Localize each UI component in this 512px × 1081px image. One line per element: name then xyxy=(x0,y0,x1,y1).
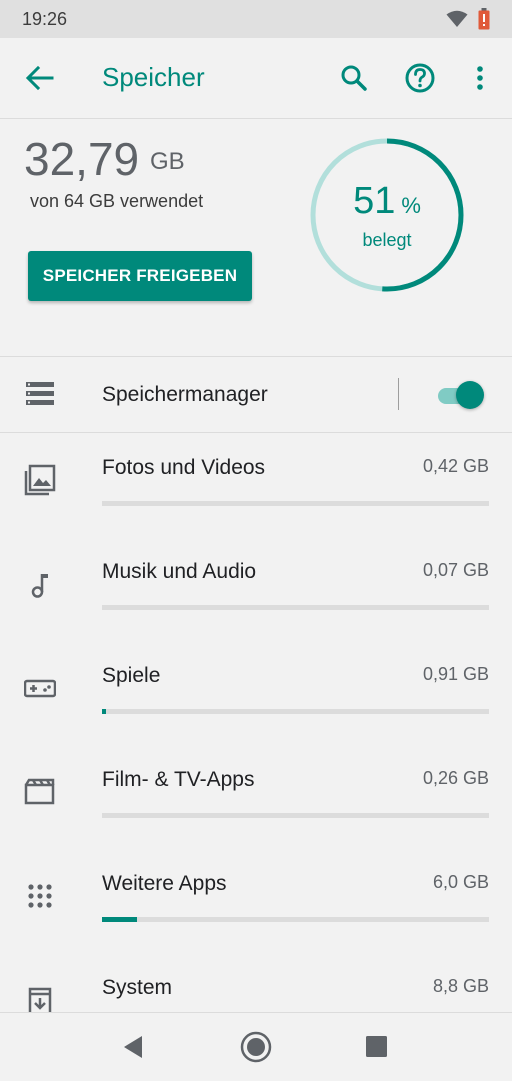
usage-percent-symbol: % xyxy=(401,193,421,218)
usage-ring: 51% belegt xyxy=(308,136,466,294)
category-usage-bar xyxy=(102,917,489,922)
free-up-storage-button[interactable]: SPEICHER FREIGEBEN xyxy=(28,251,252,301)
storage-manager-label: Speichermanager xyxy=(102,383,268,406)
category-size: 0,42 GB xyxy=(422,456,489,476)
help-icon[interactable] xyxy=(402,60,438,96)
category-usage-bar xyxy=(102,501,489,506)
used-storage-unit: GB xyxy=(150,148,185,175)
category-usage-bar xyxy=(102,605,489,610)
category-size: 0,91 GB xyxy=(422,664,489,684)
music-note-icon xyxy=(31,574,48,598)
category-name: Fotos und Videos xyxy=(102,456,266,479)
category-usage-fill xyxy=(102,709,106,714)
category-usage-bar xyxy=(102,709,489,714)
battery-alert-icon xyxy=(478,8,490,30)
storage-list-icon xyxy=(26,382,54,405)
photo-icon xyxy=(24,464,56,496)
category-name: System xyxy=(102,976,173,999)
category-name: Weitere Apps xyxy=(102,872,227,895)
nav-recents-icon[interactable] xyxy=(359,1029,395,1065)
status-time: 19:26 xyxy=(22,9,68,29)
used-storage-subtitle: von 64 GB verwendet xyxy=(30,191,204,211)
category-size: 0,07 GB xyxy=(422,560,489,580)
category-music-audio[interactable]: Musik und Audio 0,07 GB xyxy=(0,536,512,640)
toggle-thumb xyxy=(456,381,484,409)
search-icon[interactable] xyxy=(336,60,372,96)
category-other-apps[interactable]: Weitere Apps 6,0 GB xyxy=(0,848,512,952)
gamepad-icon xyxy=(24,679,56,698)
row-divider xyxy=(398,378,399,410)
category-film-tv-apps[interactable]: Film- & TV-Apps 0,26 GB xyxy=(0,744,512,848)
page-title: Speicher xyxy=(102,62,205,92)
nav-home-icon[interactable] xyxy=(238,1029,274,1065)
storage-summary: 32,79 GB von 64 GB verwendet SPEICHER FR… xyxy=(0,118,512,357)
category-usage-fill xyxy=(102,917,137,922)
category-usage-bar xyxy=(102,813,489,818)
category-name: Film- & TV-Apps xyxy=(102,768,255,791)
movie-icon xyxy=(24,778,55,805)
status-bar: 19:26 xyxy=(0,0,512,38)
category-size: 8,8 GB xyxy=(432,976,489,996)
category-size: 0,26 GB xyxy=(422,768,489,788)
usage-percent: 51% xyxy=(308,180,466,223)
wifi-icon xyxy=(446,10,468,27)
category-size: 6,0 GB xyxy=(432,872,489,892)
used-storage-value: 32,79 xyxy=(24,133,140,185)
category-photos-videos[interactable]: Fotos und Videos 0,42 GB xyxy=(0,432,512,536)
category-name: Musik und Audio xyxy=(102,560,257,583)
category-games[interactable]: Spiele 0,91 GB xyxy=(0,640,512,744)
app-bar: Speicher xyxy=(0,38,512,119)
usage-percent-value: 51 xyxy=(353,180,396,222)
status-icons xyxy=(446,8,490,30)
back-arrow-icon[interactable] xyxy=(24,64,56,92)
usage-percent-label: belegt xyxy=(362,230,412,250)
storage-manager-toggle[interactable] xyxy=(438,380,486,410)
apps-grid-icon xyxy=(28,884,52,908)
navigation-bar xyxy=(0,1012,512,1081)
storage-manager-row[interactable]: Speichermanager xyxy=(0,356,512,433)
category-name: Spiele xyxy=(102,664,161,687)
more-vert-icon[interactable] xyxy=(462,60,498,96)
nav-back-icon[interactable] xyxy=(116,1029,152,1065)
